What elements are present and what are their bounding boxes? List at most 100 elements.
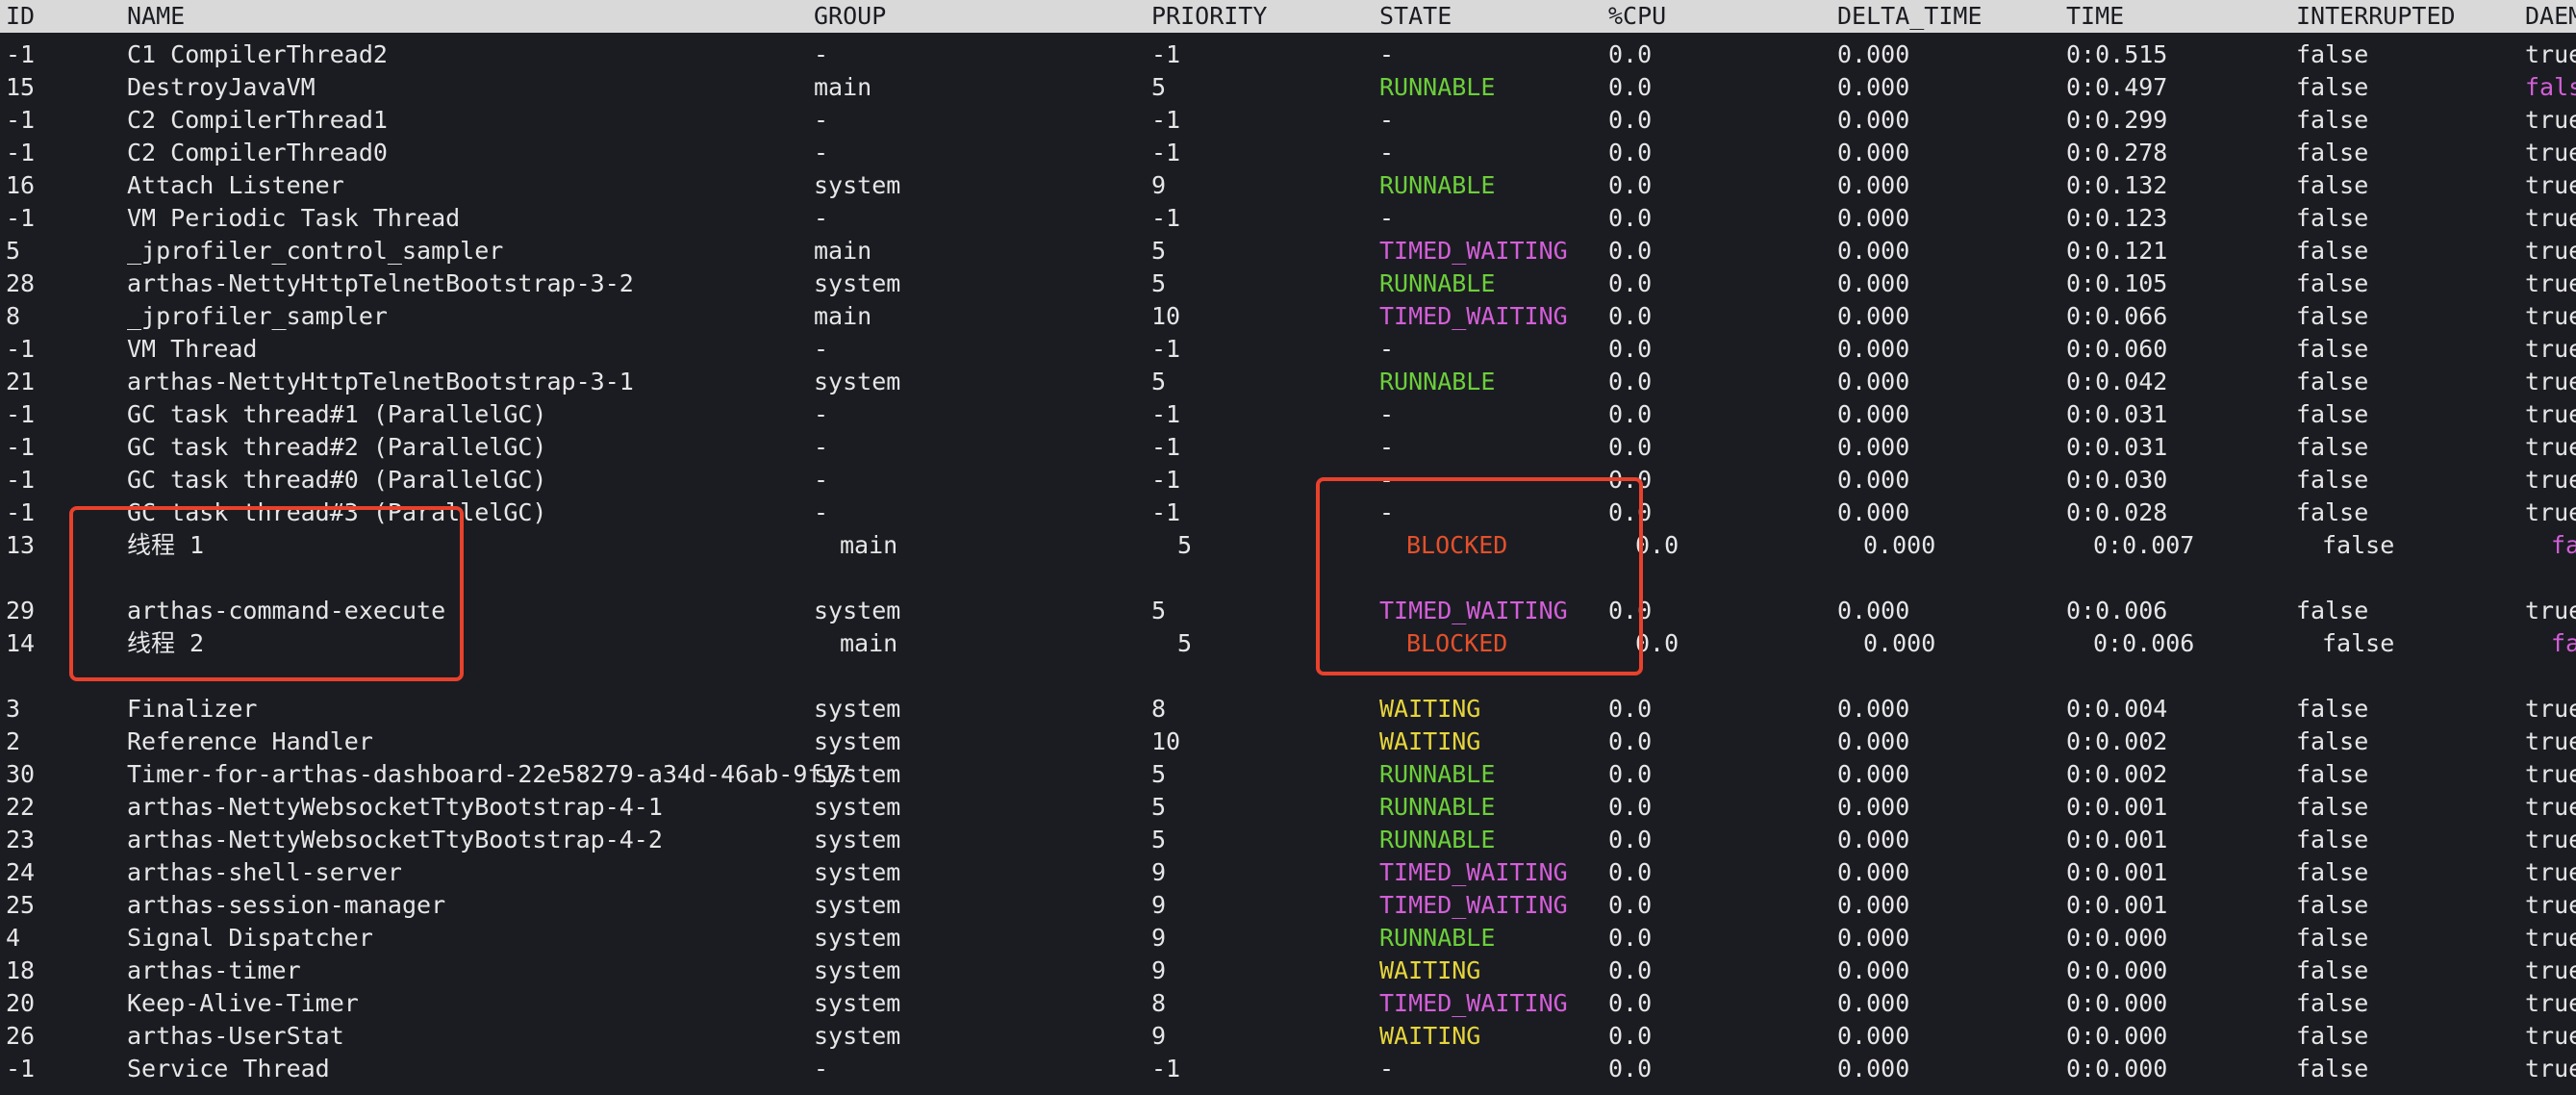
cell-cpu: 0.0: [1608, 106, 1653, 134]
cell-delta-time: 0.000: [1837, 760, 1910, 788]
cell-priority: 5: [1151, 269, 1167, 297]
cell-cpu: 0.0: [1608, 40, 1653, 68]
cell-daemon: true: [2525, 760, 2576, 788]
cell-priority: 5: [1177, 531, 1193, 559]
cell-name: C1 CompilerThread2: [127, 40, 388, 68]
cell-id: 29: [6, 597, 36, 624]
cell-id: 14: [6, 629, 36, 657]
cell-name: arthas-NettyHttpTelnetBootstrap-3-1: [127, 368, 634, 395]
terminal-window[interactable]: ID NAME GROUP PRIORITY STATE %CPU DELTA_…: [0, 0, 2576, 1095]
cell-delta-time: 0.000: [1837, 106, 1910, 134]
cell-state: -: [1379, 204, 1395, 232]
table-row: -1 C2 CompilerThread0 - -1 - 0.0 0.000 0:0.278 f…: [0, 137, 2576, 169]
cell-time: 0:0.006: [2093, 629, 2195, 657]
cell-priority: 10: [1151, 302, 1181, 330]
cell-id: -1: [6, 139, 36, 166]
cell-cpu: 0.0: [1608, 989, 1653, 1017]
cell-name: arthas-UserStat: [127, 1022, 344, 1050]
cell-cpu: 0.0: [1608, 368, 1653, 395]
cell-id: -1: [6, 400, 36, 428]
cell-name: _jprofiler_control_sampler: [127, 237, 504, 265]
cell-id: 30: [6, 760, 36, 788]
cell-group: main: [814, 302, 872, 330]
header-interrupted: INTERRUPTED: [2296, 2, 2456, 30]
table-row: -1 C2 CompilerThread1 - -1 - 0.0 0.000 0:0.299 f…: [0, 104, 2576, 137]
cell-id: -1: [6, 498, 36, 526]
cell-interrupted: false: [2296, 760, 2369, 788]
cell-id: 25: [6, 891, 36, 919]
cell-interrupted: false: [2296, 466, 2369, 494]
cell-priority: 5: [1151, 826, 1167, 853]
cell-time: 0:0.002: [2066, 760, 2168, 788]
cell-priority: 8: [1151, 695, 1167, 723]
cell-time: 0:0.497: [2066, 73, 2168, 101]
cell-cpu: 0.0: [1608, 302, 1653, 330]
cell-id: -1: [6, 433, 36, 461]
cell-daemon: true: [2525, 989, 2576, 1017]
cell-id: 26: [6, 1022, 36, 1050]
cell-time: 0:0.028: [2066, 498, 2168, 526]
cell-id: -1: [6, 466, 36, 494]
cell-id: -1: [6, 40, 36, 68]
cell-daemon: true: [2525, 891, 2576, 919]
cell-delta-time: 0.000: [1837, 40, 1910, 68]
cell-state: -: [1379, 106, 1395, 134]
header-id: ID: [6, 2, 36, 30]
cell-cpu: 0.0: [1608, 335, 1653, 363]
cell-daemon: true: [2525, 924, 2576, 952]
cell-daemon: true: [2525, 335, 2576, 363]
cell-priority: -1: [1151, 40, 1181, 68]
cell-daemon: true: [2525, 498, 2576, 526]
table-row: 23 arthas-NettyWebsocketTtyBootstrap-4-2 s…: [0, 824, 2576, 856]
table-row: 21 arthas-NettyHttpTelnetBootstrap-3-1 sys…: [0, 366, 2576, 398]
cell-interrupted: false: [2296, 727, 2369, 755]
cell-state: RUNNABLE: [1379, 760, 1496, 788]
highlight-box-thread-names: [69, 506, 464, 681]
cell-group: -: [814, 433, 829, 461]
cell-group: -: [814, 498, 829, 526]
cell-state: RUNNABLE: [1379, 924, 1496, 952]
cell-name: C2 CompilerThread1: [127, 106, 388, 134]
cell-group: system: [814, 793, 901, 821]
cell-interrupted: false: [2296, 335, 2369, 363]
table-row: 4 Signal Dispatcher system 9 RUNNABLE 0.0 0.00…: [0, 922, 2576, 955]
cell-time: 0:0.031: [2066, 400, 2168, 428]
cell-state: RUNNABLE: [1379, 793, 1496, 821]
cell-id: 2: [6, 727, 21, 755]
cell-delta-time: 0.000: [1837, 727, 1910, 755]
cell-cpu: 0.0: [1608, 1055, 1653, 1082]
cell-name: Service Thread: [127, 1055, 330, 1082]
cell-delta-time: 0.000: [1837, 204, 1910, 232]
cell-group: system: [814, 924, 901, 952]
cell-daemon: true: [2525, 368, 2576, 395]
highlight-box-blocked-states: [1316, 477, 1643, 675]
cell-daemon: true: [2525, 237, 2576, 265]
cell-id: 21: [6, 368, 36, 395]
cell-daemon: fa: [2551, 531, 2576, 559]
cell-delta-time: 0.000: [1837, 433, 1910, 461]
cell-cpu: 0.0: [1608, 73, 1653, 101]
cell-id: 13: [6, 531, 36, 559]
cell-name: GC task thread#1 (ParallelGC): [127, 400, 547, 428]
cell-state: WAITING: [1379, 727, 1481, 755]
cell-name: arthas-session-manager: [127, 891, 446, 919]
cell-interrupted: false: [2296, 793, 2369, 821]
header-name: NAME: [127, 2, 186, 30]
cell-name: DestroyJavaVM: [127, 73, 316, 101]
cell-state: -: [1379, 433, 1395, 461]
cell-group: system: [814, 956, 901, 984]
cell-time: 0:0.007: [2093, 531, 2195, 559]
cell-interrupted: false: [2296, 597, 2369, 624]
cell-cpu: 0.0: [1608, 400, 1653, 428]
cell-time: 0:0.000: [2066, 924, 2168, 952]
cell-priority: 8: [1151, 989, 1167, 1017]
header-priority: PRIORITY: [1151, 2, 1268, 30]
cell-daemon: true: [2525, 400, 2576, 428]
cell-state: -: [1379, 40, 1395, 68]
table-row: 5 _jprofiler_control_sampler main 5 TIMED_WA…: [0, 235, 2576, 267]
cell-group: -: [814, 400, 829, 428]
cell-time: 0:0.006: [2066, 597, 2168, 624]
cell-priority: -1: [1151, 400, 1181, 428]
cell-id: -1: [6, 204, 36, 232]
cell-name: arthas-NettyWebsocketTtyBootstrap-4-2: [127, 826, 663, 853]
